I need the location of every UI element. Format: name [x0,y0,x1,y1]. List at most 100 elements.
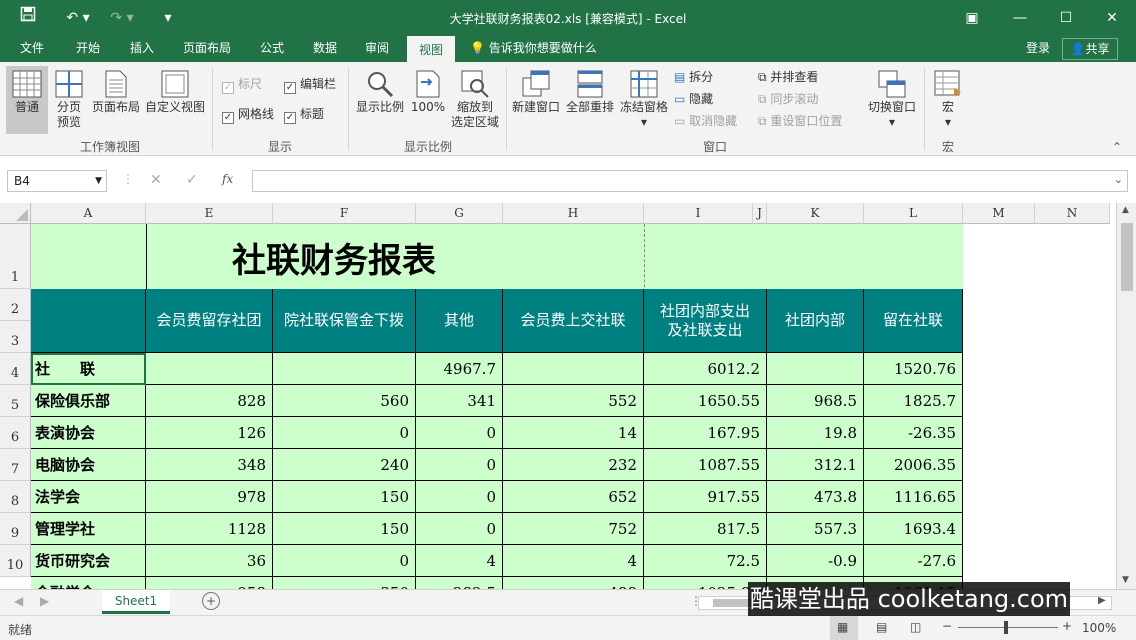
data-cell[interactable]: 560 [273,385,416,417]
title-row-background[interactable] [31,224,963,289]
tab-file[interactable]: 文件 [10,36,54,62]
prev-sheet-icon[interactable]: ◀ [14,594,23,608]
tab-view[interactable]: 视图 [407,36,455,62]
zoom-out-icon[interactable]: − [942,619,952,633]
data-cell[interactable]: 2006.35 [864,449,963,481]
zoom-in-icon[interactable]: + [1062,619,1072,633]
header-cell[interactable]: 社团内部 [767,289,864,353]
add-sheet-icon[interactable]: + [202,592,220,610]
row-label-cell[interactable]: 货币研究会 [31,545,146,577]
zoom-level[interactable]: 100% [1082,621,1116,635]
column-header-f[interactable]: F [273,203,416,224]
data-cell[interactable]: 150 [273,481,416,513]
row-label-cell[interactable]: 金融学会 [31,577,146,589]
data-cell[interactable]: -27.6 [864,545,963,577]
data-cell[interactable]: 150 [273,513,416,545]
column-header-h[interactable]: H [503,203,644,224]
insert-function-icon[interactable]: fx [222,172,233,186]
data-cell[interactable] [146,353,273,385]
data-cell[interactable]: 0 [273,417,416,449]
data-cell[interactable]: 232 [503,449,644,481]
row-header-4[interactable]: 4 [0,353,31,385]
scroll-down-icon[interactable]: ▼ [1122,575,1129,585]
header-cell-internal-spending[interactable]: 社团内部支出 及社联支出 [644,289,767,353]
data-cell[interactable]: 557.3 [767,513,864,545]
row-label-cell[interactable]: 电脑协会 [31,449,146,481]
data-cell[interactable]: 14 [503,417,644,449]
scroll-thumb[interactable] [1121,223,1133,291]
h-scroll-thumb[interactable] [713,599,753,607]
data-cell[interactable]: 828 [146,385,273,417]
close-icon[interactable]: ✕ [1100,6,1124,30]
row-header-2[interactable]: 2 [0,289,31,321]
row-label-cell[interactable]: 保险俱乐部 [31,385,146,417]
row-header-9[interactable]: 9 [0,513,31,545]
row-label-cell[interactable]: 表演协会 [31,417,146,449]
data-cell[interactable]: 978 [146,481,273,513]
column-header-m[interactable]: M [963,203,1035,224]
collapse-ribbon-icon[interactable]: ⌃ [1112,140,1122,154]
headings-checkbox[interactable]: ✓ 标题 [284,106,324,124]
reset-position-button[interactable]: ⧉ 重设窗口位置 [758,112,842,130]
enter-icon[interactable]: ✓ [186,172,198,188]
data-cell[interactable]: 1693.4 [864,513,963,545]
tab-page-layout[interactable]: 页面布局 [176,36,238,62]
data-cell[interactable] [503,353,644,385]
data-cell[interactable]: 1650.55 [644,385,767,417]
header-cell-a[interactable] [31,289,146,353]
normal-view-button[interactable]: 普通 [6,66,48,134]
tab-formulas[interactable]: 公式 [250,36,294,62]
column-header-l[interactable]: L [864,203,963,224]
header-cell[interactable]: 留在社联 [864,289,963,353]
zoom-button[interactable]: 显示比例 [354,70,406,115]
data-cell[interactable]: 282.5 [416,577,503,589]
sign-in-link[interactable]: 登录 [1020,36,1056,62]
data-cell[interactable]: 968.5 [767,385,864,417]
new-window-button[interactable]: 新建窗口 [510,70,562,115]
row-label-cell[interactable]: 法学会 [31,481,146,513]
column-header-a[interactable]: A [31,203,146,224]
data-cell[interactable]: 72.5 [644,545,767,577]
column-header-n[interactable]: N [1035,203,1110,224]
page-layout-status-icon[interactable]: ▤ [876,620,887,634]
data-cell[interactable]: 312.1 [767,449,864,481]
tab-data[interactable]: 数据 [303,36,347,62]
scroll-right-icon[interactable]: ▶ [1098,595,1106,606]
tab-review[interactable]: 审阅 [355,36,399,62]
cancel-icon[interactable]: ✕ [150,172,162,188]
data-cell[interactable]: 917.55 [644,481,767,513]
arrange-all-button[interactable]: 全部重排 [564,70,616,115]
data-cell[interactable]: 652 [503,481,644,513]
data-cell[interactable]: 19.8 [767,417,864,449]
data-cell[interactable]: 1087.55 [644,449,767,481]
data-cell[interactable]: 0 [416,481,503,513]
data-cell[interactable]: 473.8 [767,481,864,513]
data-cell[interactable]: 0 [416,513,503,545]
row-header-7[interactable]: 7 [0,449,31,481]
row-header-5[interactable]: 5 [0,385,31,417]
data-cell[interactable]: 350 [273,577,416,589]
data-cell[interactable]: 4967.7 [416,353,503,385]
freeze-panes-button[interactable]: 冻结窗格 ▾ [618,70,670,130]
tell-me-box[interactable]: 💡 告诉我你想要做什么 [470,36,610,62]
zoom-100-button[interactable]: 100% [410,70,446,115]
data-cell[interactable]: 4 [416,545,503,577]
data-cell[interactable]: 817.5 [644,513,767,545]
data-cell[interactable]: 4 [503,545,644,577]
data-cell[interactable]: 752 [503,513,644,545]
spreadsheet-grid[interactable]: AEFGHIJKLMN 1 2 3 4 5 6 7 8 9 10 社联财务报表 会员费留存社团 院社… [0,203,1116,589]
data-cell[interactable]: 240 [273,449,416,481]
zoom-to-selection-button[interactable]: 缩放到 选定区域 [448,70,502,130]
zoom-slider[interactable] [958,627,1058,628]
select-all-corner[interactable] [0,203,31,224]
selected-cell-b4[interactable] [31,353,146,385]
scroll-up-icon[interactable]: ▲ [1122,205,1129,215]
gridlines-checkbox[interactable]: ✓ 网格线 [222,106,274,124]
data-cell[interactable]: 348 [146,449,273,481]
data-cell[interactable]: 167.95 [644,417,767,449]
row-header-6[interactable]: 6 [0,417,31,449]
column-header-j[interactable]: J [753,203,767,224]
page-break-preview-button[interactable]: 分页 预览 [52,70,86,130]
data-cell[interactable]: 6012.2 [644,353,767,385]
minimize-icon[interactable]: — [1008,6,1032,30]
